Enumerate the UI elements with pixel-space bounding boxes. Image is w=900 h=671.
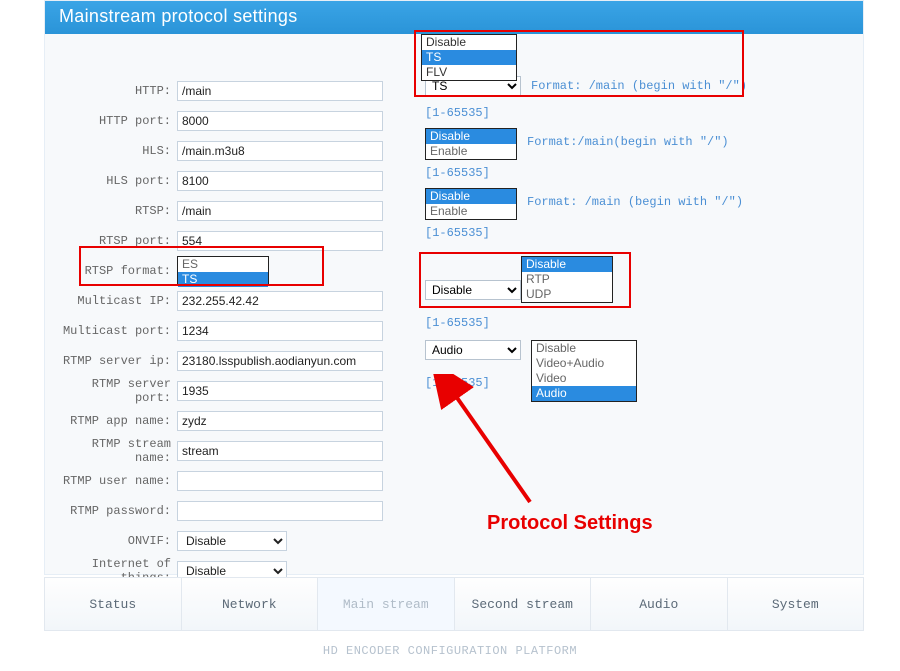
label-rtmp-stream: RTMP stream name:	[55, 437, 177, 465]
redbox-rtsp-format	[81, 248, 322, 284]
nav-status[interactable]: Status	[45, 578, 182, 630]
label-rtmp-ip: RTMP server ip:	[55, 354, 177, 368]
settings-form: HTTP: TS Format: /main (begin with "/") …	[45, 34, 863, 574]
nav-network[interactable]: Network	[182, 578, 319, 630]
label-rtmp-pass: RTMP password:	[55, 504, 177, 518]
hls-format-hint: Format:/main(begin with "/")	[527, 135, 729, 149]
http-input[interactable]	[177, 81, 383, 101]
label-http: HTTP:	[55, 84, 177, 98]
label-rtmp-app: RTMP app name:	[55, 414, 177, 428]
rtmp-av-select[interactable]: Audio	[425, 340, 521, 360]
redbox-mcast-proto	[421, 254, 629, 306]
hls-port-hint: [1-65535]	[425, 166, 490, 180]
label-rtmp-user: RTMP user name:	[55, 474, 177, 488]
settings-panel: Mainstream protocol settings HTTP: TS Fo…	[44, 0, 864, 575]
rtsp-input[interactable]	[177, 201, 383, 221]
panel-title: Mainstream protocol settings	[45, 1, 863, 34]
rtmp-app-input[interactable]	[177, 411, 383, 431]
label-rtsp: RTSP:	[55, 204, 177, 218]
rtsp-format-hint: Format: /main (begin with "/")	[527, 195, 743, 209]
label-http-port: HTTP port:	[55, 114, 177, 128]
label-onvif: ONVIF:	[55, 534, 177, 548]
rtsp-port-hint: [1-65535]	[425, 226, 490, 240]
http-type-list[interactable]: Disable TS FLV	[421, 34, 517, 81]
nav-system[interactable]: System	[728, 578, 864, 630]
rtmp-port-hint: [1-65535]	[425, 376, 490, 390]
label-hls: HLS:	[55, 144, 177, 158]
footer-text: HD ENCODER CONFIGURATION PLATFORM	[0, 644, 900, 658]
annotation-label: Protocol Settings	[487, 512, 653, 535]
rtsp-enable-list[interactable]: Disable Enable	[425, 188, 517, 220]
rtmp-ip-input[interactable]	[177, 351, 383, 371]
mcast-port-input[interactable]	[177, 321, 383, 341]
hls-enable-list[interactable]: Disable Enable	[425, 128, 517, 160]
rtmp-port-input[interactable]	[177, 381, 383, 401]
label-mcast-port: Multicast port:	[55, 324, 177, 338]
onvif-select[interactable]: Disable	[177, 531, 287, 551]
label-rtsp-port: RTSP port:	[55, 234, 177, 248]
http-port-input[interactable]	[177, 111, 383, 131]
mcast-port-hint: [1-65535]	[425, 316, 490, 330]
bottom-nav: Status Network Main stream Second stream…	[44, 577, 864, 631]
hls-port-input[interactable]	[177, 171, 383, 191]
nav-second-stream[interactable]: Second stream	[455, 578, 592, 630]
nav-main-stream[interactable]: Main stream	[318, 578, 455, 630]
mcast-ip-input[interactable]	[177, 291, 383, 311]
nav-audio[interactable]: Audio	[591, 578, 728, 630]
label-rtmp-port: RTMP server port:	[55, 377, 177, 405]
rtmp-stream-input[interactable]	[177, 441, 383, 461]
label-hls-port: HLS port:	[55, 174, 177, 188]
rtmp-pass-input[interactable]	[177, 501, 383, 521]
hls-input[interactable]	[177, 141, 383, 161]
rtmp-av-list[interactable]: Disable Video+Audio Video Audio	[531, 340, 637, 402]
label-mcast-ip: Multicast IP:	[55, 294, 177, 308]
http-port-hint: [1-65535]	[425, 106, 490, 120]
rtmp-user-input[interactable]	[177, 471, 383, 491]
